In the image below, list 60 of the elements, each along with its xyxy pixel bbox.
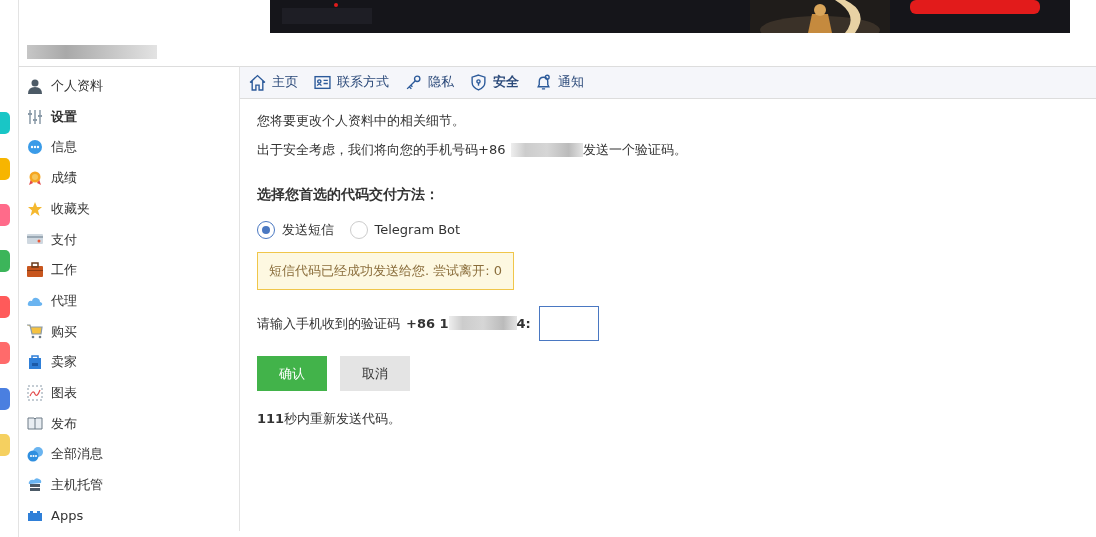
cancel-button[interactable]: 取消: [340, 355, 410, 391]
key-icon: [405, 73, 422, 91]
code-input[interactable]: [538, 305, 599, 341]
tab[interactable]: 隐私: [405, 72, 454, 92]
radio-label[interactable]: 发送短信: [281, 219, 334, 240]
cart-icon: [27, 323, 43, 340]
sidebar-item[interactable]: 成绩: [19, 162, 239, 194]
chat-icon: [27, 139, 43, 156]
countdown-text: 111秒内重新发送代码。: [257, 409, 403, 428]
book-icon: [27, 415, 43, 432]
person-icon: [27, 77, 43, 94]
server-icon: [27, 476, 43, 493]
sidebar-item[interactable]: 信息: [19, 131, 239, 163]
notice-text: 发送一个验证码。: [583, 141, 688, 159]
sidebar-item[interactable]: 发布: [19, 408, 239, 439]
chat-bubbles-icon: [27, 446, 43, 463]
app-icon[interactable]: [0, 158, 10, 180]
bell-icon: [535, 73, 552, 91]
star-icon: [27, 200, 43, 217]
sidebar-item[interactable]: 收藏夹: [19, 193, 239, 224]
sidebar-item[interactable]: 主机托管: [19, 469, 239, 501]
radio-button[interactable]: [350, 220, 368, 239]
app-icon[interactable]: [0, 112, 10, 134]
sidebar-item[interactable]: 卖家: [19, 346, 239, 378]
radio-button[interactable]: [257, 220, 275, 239]
tab[interactable]: 通知: [535, 72, 584, 92]
app-icon[interactable]: [0, 250, 10, 272]
sidebar-item[interactable]: 图表: [19, 377, 239, 409]
sidebar-item[interactable]: 代理: [19, 285, 239, 316]
radio-label[interactable]: Telegram Bot: [374, 219, 461, 240]
bag-icon: [27, 354, 43, 371]
chart-icon: [27, 384, 43, 401]
notice-text: 出于安全考虑，我们将向您的手机号码+86: [257, 141, 506, 159]
method-heading: 选择您首选的代码交付方法：: [257, 184, 440, 204]
phone-prefix: +86 1: [406, 314, 449, 333]
sidebar-item[interactable]: 设置: [19, 101, 239, 132]
intro-text: 您将要更改个人资料中的相关细节。: [257, 111, 466, 130]
sidebar-item[interactable]: 支付: [19, 223, 239, 255]
code-prompt: 请输入手机收到的验证码: [257, 314, 400, 333]
app-icon[interactable]: [0, 296, 10, 318]
sidebar-item[interactable]: 工作: [19, 254, 239, 286]
sliders-icon: [27, 108, 43, 125]
tab[interactable]: 安全: [470, 72, 519, 92]
app-icon[interactable]: [0, 388, 10, 410]
tab[interactable]: 联系方式: [314, 72, 389, 92]
contact-card-icon: [314, 73, 331, 91]
shield-icon: [470, 73, 487, 91]
briefcase-icon: [27, 261, 43, 278]
medal-icon: [27, 169, 43, 186]
app-icon[interactable]: [0, 204, 10, 226]
sidebar-item[interactable]: Apps: [19, 500, 239, 531]
sidebar-item[interactable]: 购买: [19, 316, 239, 347]
blurred-phone: [448, 316, 517, 331]
phone-suffix: 4:: [516, 314, 531, 333]
sidebar-item[interactable]: 全部消息: [19, 438, 239, 470]
home-icon: [249, 73, 266, 91]
sidebar-item[interactable]: 个人资料: [19, 70, 239, 102]
app-icon[interactable]: [0, 342, 10, 364]
alert-message: 短信代码已经成功发送给您. 尝试离开: 0: [257, 252, 515, 290]
tab[interactable]: 主页: [249, 72, 298, 92]
